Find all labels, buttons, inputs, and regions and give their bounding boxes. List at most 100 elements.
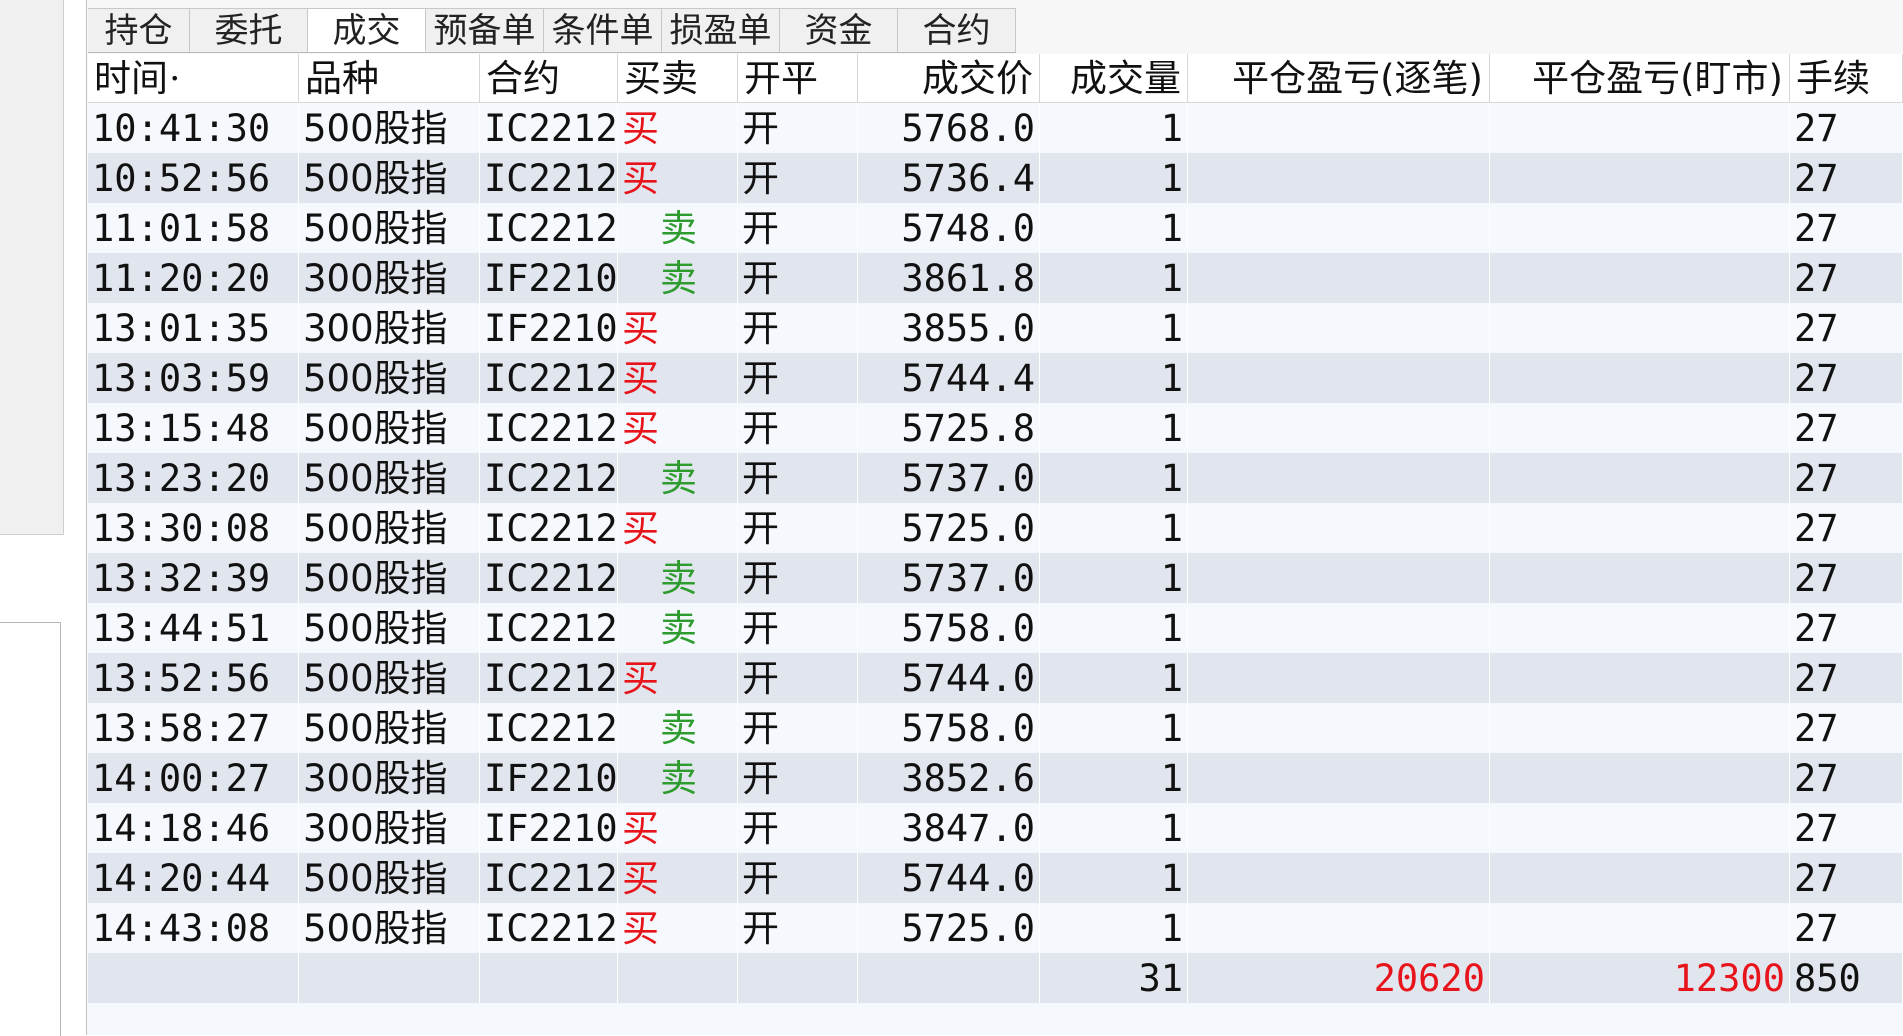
table-row[interactable]: 13:01:35 300股指 IF2210 买开 3855.0 1 27 xyxy=(88,303,1903,353)
pnl-trade-cell xyxy=(1188,253,1490,303)
table-row[interactable]: 14:43:08 500股指 IC2212 买开 5725.0 1 27 xyxy=(88,903,1903,953)
pnl-trade-cell xyxy=(1188,753,1490,803)
fee-cell: 27 xyxy=(1790,653,1903,703)
tab-6[interactable]: 损盈单 xyxy=(662,8,780,52)
table-row[interactable]: 13:32:39 500股指 IC2212 卖开 5737.0 1 27 xyxy=(88,553,1903,603)
table-row[interactable]: 11:01:58 500股指 IC2212 卖开 5748.0 1 27 xyxy=(88,203,1903,253)
column-header-4[interactable]: 开平 xyxy=(738,54,858,102)
table-row[interactable]: 13:58:27 500股指 IC2212 卖开 5758.0 1 27 xyxy=(88,703,1903,753)
tab-8[interactable]: 合约 xyxy=(898,8,1016,52)
fee-cell: 27 xyxy=(1790,703,1903,753)
pnl-trade-cell xyxy=(1188,103,1490,153)
pnl-mark-cell xyxy=(1490,853,1790,903)
time-cell: 13:01:35 xyxy=(88,303,299,353)
column-header-2[interactable]: 合约 xyxy=(480,54,618,102)
table-row[interactable]: 10:52:56 500股指 IC2212 买开 5736.4 1 27 xyxy=(88,153,1903,203)
open-close-cell: 开 xyxy=(738,703,858,753)
open-close-cell: 开 xyxy=(738,153,858,203)
side-cell: 卖 xyxy=(618,603,738,653)
column-header-7[interactable]: 平仓盈亏(逐笔) xyxy=(1188,54,1490,102)
tab-3[interactable]: 成交 xyxy=(308,8,426,52)
product-cell: 500股指 xyxy=(299,903,480,953)
side-cell: 卖 xyxy=(618,253,738,303)
table-row[interactable]: 11:20:20 300股指 IF2210 卖开 3861.8 1 27 xyxy=(88,253,1903,303)
pnl-mark-cell xyxy=(1490,653,1790,703)
price-cell: 5768.0 xyxy=(858,103,1040,153)
product-cell: 500股指 xyxy=(299,503,480,553)
column-header-5[interactable]: 成交价 xyxy=(858,54,1040,102)
quantity-cell: 1 xyxy=(1040,903,1188,953)
open-close-cell: 开 xyxy=(738,103,858,153)
pnl-trade-cell xyxy=(1188,453,1490,503)
pnl-trade-cell xyxy=(1188,603,1490,653)
product-cell: 500股指 xyxy=(299,403,480,453)
table-row[interactable]: 13:03:59 500股指 IC2212 买开 5744.4 1 27 xyxy=(88,353,1903,403)
column-header-8[interactable]: 平仓盈亏(盯市) xyxy=(1490,54,1790,102)
price-cell: 5744.0 xyxy=(858,853,1040,903)
side-cell: 买 xyxy=(618,303,738,353)
tab-5[interactable]: 条件单 xyxy=(544,8,662,52)
table-row[interactable]: 13:23:20 500股指 IC2212 卖开 5737.0 1 27 xyxy=(88,453,1903,503)
column-header-0[interactable]: 时间 • xyxy=(88,54,299,102)
open-close-cell: 开 xyxy=(738,453,858,503)
column-header-label: 品种 xyxy=(305,57,379,100)
tab-2[interactable]: 委托 xyxy=(190,8,308,52)
product-cell: 500股指 xyxy=(299,203,480,253)
table-row[interactable]: 13:52:56 500股指 IC2212 买开 5744.0 1 27 xyxy=(88,653,1903,703)
tab-7[interactable]: 资金 xyxy=(780,8,898,52)
empty-cell xyxy=(480,953,618,1003)
price-cell: 5736.4 xyxy=(858,153,1040,203)
contract-cell: IC2212 xyxy=(480,653,618,703)
time-cell: 13:03:59 xyxy=(88,353,299,403)
fee-cell: 27 xyxy=(1790,303,1903,353)
contract-cell: IC2212 xyxy=(480,853,618,903)
pnl-trade-cell xyxy=(1188,203,1490,253)
quantity-cell: 1 xyxy=(1040,453,1188,503)
fee-cell: 27 xyxy=(1790,853,1903,903)
pnl-mark-cell xyxy=(1490,453,1790,503)
contract-cell: IC2212 xyxy=(480,153,618,203)
column-header-label: 平仓盈亏(盯市) xyxy=(1532,57,1783,100)
time-cell: 14:00:27 xyxy=(88,753,299,803)
column-header-1[interactable]: 品种 xyxy=(299,54,480,102)
tab-1[interactable]: 持仓 xyxy=(88,8,190,52)
contract-cell: IC2212 xyxy=(480,503,618,553)
fee-cell: 27 xyxy=(1790,503,1903,553)
open-close-cell: 开 xyxy=(738,253,858,303)
column-header-6[interactable]: 成交量 xyxy=(1040,54,1188,102)
product-cell: 300股指 xyxy=(299,253,480,303)
pnl-trade-cell xyxy=(1188,303,1490,353)
side-cell: 卖 xyxy=(618,553,738,603)
pnl-mark-cell xyxy=(1490,203,1790,253)
pnl-trade-cell xyxy=(1188,353,1490,403)
table-row[interactable]: 10:41:30 500股指 IC2212 买开 5768.0 1 27 xyxy=(88,103,1903,153)
product-cell: 300股指 xyxy=(299,303,480,353)
quantity-cell: 1 xyxy=(1040,403,1188,453)
empty-cell xyxy=(618,953,738,1003)
total-pnl-trade: 20620 xyxy=(1188,953,1490,1003)
table-row[interactable]: 14:00:27 300股指 IF2210 卖开 3852.6 1 27 xyxy=(88,753,1903,803)
side-cell: 卖 xyxy=(618,703,738,753)
table-row[interactable]: 13:30:08 500股指 IC2212 买开 5725.0 1 27 xyxy=(88,503,1903,553)
column-header-3[interactable]: 买卖 xyxy=(618,54,738,102)
column-header-9[interactable]: 手续 xyxy=(1790,54,1903,102)
table-row[interactable]: 13:15:48 500股指 IC2212 买开 5725.8 1 27 xyxy=(88,403,1903,453)
table-row[interactable]: 14:18:46 300股指 IF2210 买开 3847.0 1 27 xyxy=(88,803,1903,853)
pnl-trade-cell xyxy=(1188,703,1490,753)
open-close-cell: 开 xyxy=(738,403,858,453)
contract-cell: IF2210 xyxy=(480,753,618,803)
price-cell: 5725.0 xyxy=(858,503,1040,553)
pnl-mark-cell xyxy=(1490,803,1790,853)
table-row[interactable]: 13:44:51 500股指 IC2212 卖开 5758.0 1 27 xyxy=(88,603,1903,653)
pnl-mark-cell xyxy=(1490,153,1790,203)
product-cell: 500股指 xyxy=(299,603,480,653)
table-row[interactable]: 14:20:44 500股指 IC2212 买开 5744.0 1 27 xyxy=(88,853,1903,903)
empty-row xyxy=(88,1003,1903,1035)
time-cell: 13:30:08 xyxy=(88,503,299,553)
column-header-label: 手续 xyxy=(1796,57,1870,100)
open-close-cell: 开 xyxy=(738,353,858,403)
tab-4[interactable]: 预备单 xyxy=(426,8,544,52)
pnl-mark-cell xyxy=(1490,553,1790,603)
contract-cell: IC2212 xyxy=(480,203,618,253)
trades-grid: 时间 • 品种 合约 买卖 开平 成交价 成交量 平仓盈亏(逐笔) 平仓盈亏(盯市) 手续 10:4… xyxy=(88,54,1903,1035)
